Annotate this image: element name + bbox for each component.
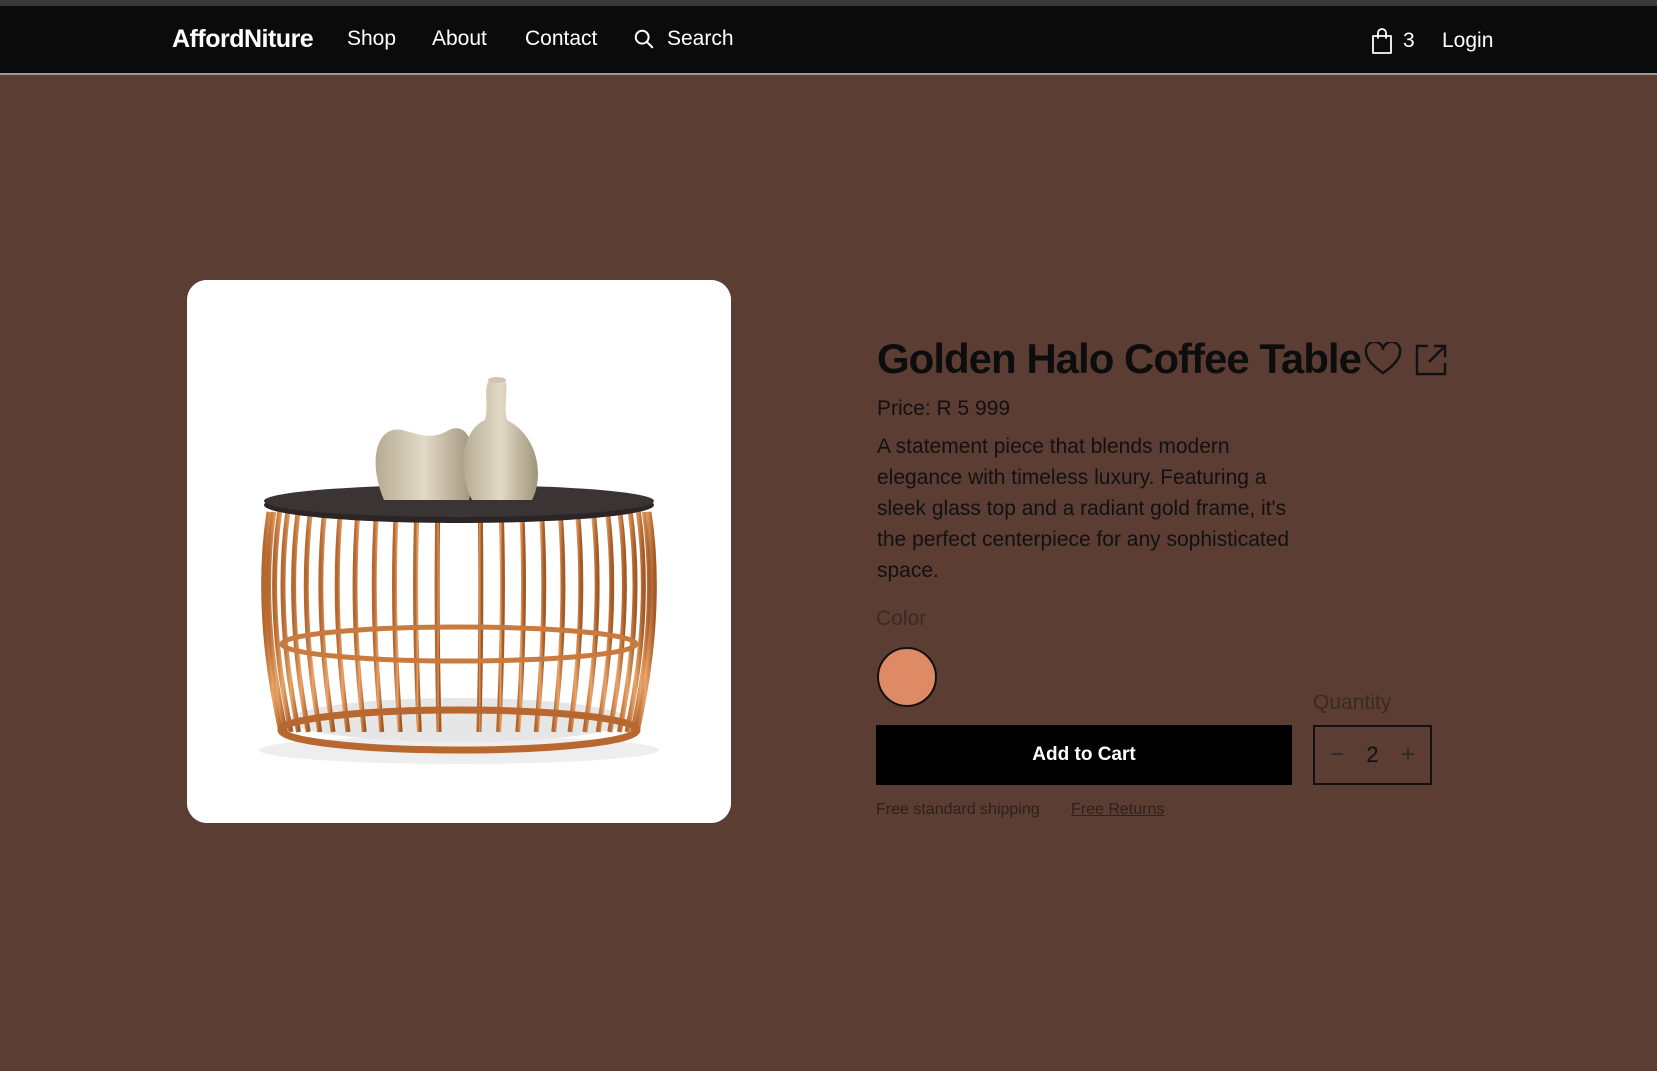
product-price: Price: R 5 999	[877, 397, 1011, 420]
product-title: Golden Halo Coffee Table	[877, 335, 1362, 382]
shipping-note: Free standard shipping	[876, 801, 1040, 818]
search-label: Search	[667, 27, 734, 50]
nav-link-contact[interactable]: Contact	[525, 27, 597, 51]
nav-link-shop[interactable]: Shop	[347, 27, 396, 51]
search-icon	[634, 29, 654, 49]
nav-link-about[interactable]: About	[432, 27, 487, 51]
quantity-stepper: − 2 +	[1313, 725, 1432, 785]
quantity-label: Quantity	[1313, 691, 1392, 714]
add-to-cart-button[interactable]: Add to Cart	[876, 725, 1292, 785]
minus-icon[interactable]: −	[1327, 741, 1347, 769]
product-image	[187, 280, 731, 823]
quantity-value: 2	[1366, 742, 1379, 767]
brand-logo[interactable]: AffordNiture	[172, 25, 314, 54]
login-link[interactable]: Login	[1442, 29, 1493, 53]
coffee-table-illustration	[187, 280, 731, 823]
nav-search[interactable]: Search	[633, 27, 734, 51]
product-description: A statement piece that blends modern ele…	[877, 435, 1290, 582]
plus-icon[interactable]: +	[1398, 741, 1418, 769]
color-swatch-copper[interactable]	[877, 647, 937, 707]
cart-button[interactable]: 3	[1370, 27, 1415, 55]
shopping-bag-icon	[1372, 28, 1392, 54]
color-label: Color	[876, 607, 927, 630]
cart-count: 3	[1403, 29, 1415, 52]
external-share-icon[interactable]	[1414, 343, 1448, 377]
free-returns-link[interactable]: Free Returns	[1071, 801, 1164, 819]
navbar: AffordNiture Shop About Contact Search 3…	[0, 6, 1657, 75]
heart-icon[interactable]	[1364, 342, 1402, 376]
